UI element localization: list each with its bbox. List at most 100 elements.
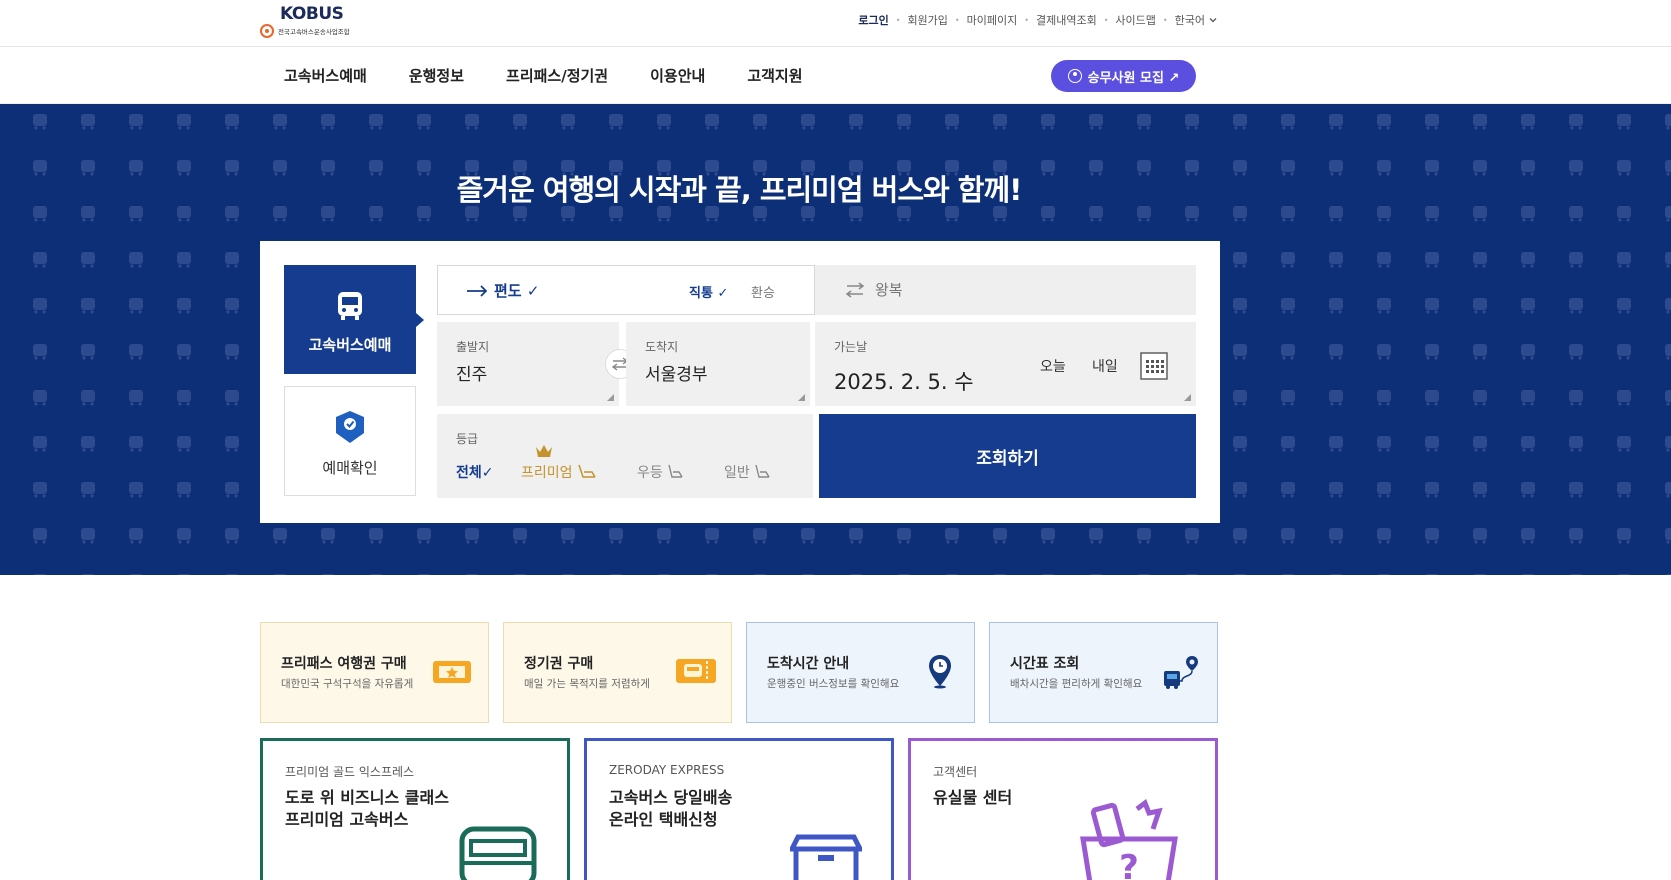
grade-excellent-option[interactable]: 우등 [637, 462, 686, 482]
grade-excellent-label: 우등 [637, 465, 663, 481]
logo-brand: KOBUS [280, 4, 344, 24]
search-button[interactable]: 조회하기 [819, 414, 1196, 498]
oneway-label: 편도 ✓ [494, 282, 540, 300]
lost-and-found-card[interactable]: 고객센터 유실물 센터 ? [908, 738, 1218, 880]
corner-marker [1184, 394, 1191, 401]
departure-date-field[interactable]: 가는날 2025. 2. 5. 수 오늘 내일 [815, 322, 1196, 406]
logo-subtitle: 전국고속버스운송사업조합 [278, 28, 350, 36]
menu-freepass[interactable]: 프리패스/정기권 [506, 65, 608, 86]
bus-icon [338, 292, 362, 320]
menu-customer-support[interactable]: 고객지원 [747, 65, 802, 86]
grade-caption: 등급 [456, 432, 479, 446]
crown-icon [536, 445, 552, 457]
card-description: 대한민국 구석구석을 자유롭게 [281, 678, 414, 690]
card-title: 정기권 구매 [524, 656, 594, 672]
calendar-icon[interactable] [1140, 352, 1168, 380]
hero-title: 즐거운 여행의 시작과 끝, 프리미엄 버스와 함께! [456, 173, 1023, 207]
roundtrip-content: 왕복 [845, 279, 903, 300]
card-heading-line1: 도로 위 비즈니스 클래스 [285, 788, 449, 807]
premium-bus-icon [459, 826, 537, 880]
menu-usage-guide[interactable]: 이용안내 [650, 65, 705, 86]
card-heading-line1: 고속버스 당일배송 [609, 788, 733, 807]
signup-link[interactable]: 회원가입 [907, 12, 947, 28]
bus-ticket-icon [676, 659, 716, 683]
freepass-purchase-card[interactable]: 프리패스 여행권 구매 대한민국 구석구석을 자유롭게 [260, 622, 489, 723]
normal-seat-icon [755, 464, 770, 478]
oneway-option[interactable]: 편도 ✓ [466, 280, 539, 301]
date-value: 2025. 2. 5. 수 [834, 370, 974, 394]
tab-reservation-check[interactable]: 예매확인 [284, 386, 416, 496]
card-title: 도착시간 안내 [767, 656, 850, 672]
bus-route-icon [1164, 656, 1198, 689]
main-navigation: 고속버스예매 운행정보 프리패스/정기권 이용안내 고객지원 [0, 47, 1671, 104]
arrival-caption: 도착지 [645, 340, 679, 354]
departure-value: 진주 [456, 365, 488, 385]
card-title: 시간표 조회 [1010, 656, 1080, 672]
separator-dot: • [954, 15, 960, 25]
grade-normal-label: 일반 [724, 465, 750, 481]
grade-premium-label: 프리미엄 [521, 465, 573, 481]
arrival-field[interactable]: 도착지 서울경부 [626, 322, 810, 406]
main-menu: 고속버스예매 운행정보 프리패스/정기권 이용안내 고객지원 [284, 65, 845, 86]
person-icon [1067, 69, 1082, 83]
ticket-star-icon [433, 661, 471, 683]
chevron-down-icon [1209, 18, 1217, 23]
booking-card: 고속버스예매 예매확인 편도 ✓ 직통 ✓ 환승 왕복 출발지 진주 도착지 서… [260, 241, 1220, 523]
round-trip-arrows-icon [845, 281, 865, 298]
separator-dot: • [1103, 15, 1109, 25]
language-label: 한국어 [1174, 14, 1205, 27]
premium-seat-icon [577, 464, 596, 478]
transfer-option[interactable]: 환승 [751, 282, 775, 301]
separator-dot: • [895, 15, 901, 25]
card-category: ZERODAY EXPRESS [609, 763, 725, 777]
premium-gold-express-card[interactable]: 프리미엄 골드 익스프레스 도로 위 비즈니스 클래스 프리미엄 고속버스 [260, 738, 570, 880]
language-selector[interactable]: 한국어 [1175, 12, 1218, 28]
grade-normal-option[interactable]: 일반 [724, 462, 773, 482]
tab-check-label: 예매확인 [322, 459, 378, 477]
menu-operation-info[interactable]: 운행정보 [409, 65, 464, 86]
parcel-box-icon [790, 834, 862, 880]
card-description: 매일 가는 목적지를 저렴하게 [524, 678, 650, 690]
arrival-time-info-card[interactable]: 도착시간 안내 운행중인 버스정보를 확인해요 [746, 622, 975, 723]
svg-text:?: ? [1119, 848, 1139, 880]
logo-mark-icon [260, 24, 274, 38]
menu-express-bus-reservation[interactable]: 고속버스예매 [284, 65, 367, 86]
card-category: 프리미엄 골드 익스프레스 [285, 765, 415, 779]
date-caption: 가는날 [834, 340, 868, 354]
grade-all-option[interactable]: 전체✓ [456, 462, 494, 482]
season-ticket-purchase-card[interactable]: 정기권 구매 매일 가는 목적지를 저렴하게 [503, 622, 732, 723]
grade-all-label: 전체✓ [456, 465, 494, 481]
sitemap-link[interactable]: 사이드맵 [1115, 12, 1155, 28]
payment-history-link[interactable]: 결제내역조회 [1036, 12, 1097, 28]
tomorrow-button[interactable]: 내일 [1092, 356, 1118, 376]
card-heading: 고속버스 당일배송 온라인 택배신청 [609, 787, 869, 831]
departure-caption: 출발지 [456, 340, 490, 354]
arrival-value: 서울경부 [645, 365, 708, 385]
utility-nav: 로그인 • 회원가입 • 마이페이지 • 결제내역조회 • 사이드맵 • 한국어 [858, 12, 1218, 28]
separator-dot: • [1024, 15, 1029, 25]
card-category: 고객센터 [933, 765, 978, 779]
lost-items-bag-icon: ? [1080, 799, 1178, 880]
zeroday-express-card[interactable]: ZERODAY EXPRESS 고속버스 당일배송 온라인 택배신청 [584, 738, 894, 880]
corner-marker [798, 394, 805, 401]
roundtrip-option[interactable]: 왕복 [815, 265, 1196, 315]
driver-recruit-button[interactable]: 승무사원 모집 ↗ [1051, 60, 1196, 92]
kobus-logo[interactable]: KOBUS 전국고속버스운송사업조합 [260, 4, 350, 42]
excellent-seat-icon [668, 464, 683, 478]
trip-type-oneway-panel: 편도 ✓ 직통 ✓ 환승 [437, 265, 815, 315]
tab-reserve-label: 고속버스예매 [308, 336, 392, 354]
login-link[interactable]: 로그인 [858, 12, 888, 28]
arrow-right-icon [467, 284, 488, 297]
card-description: 운행중인 버스정보를 확인해요 [767, 678, 900, 690]
direct-option[interactable]: 직통 ✓ [689, 282, 728, 301]
top-utility-bar: KOBUS 전국고속버스운송사업조합 로그인 • 회원가입 • 마이페이지 • … [0, 0, 1671, 47]
location-clock-icon [929, 655, 951, 689]
grade-premium-option[interactable]: 프리미엄 [521, 462, 598, 482]
card-title: 프리패스 여행권 구매 [281, 656, 407, 672]
timetable-lookup-card[interactable]: 시간표 조회 배차시간을 편리하게 확인해요 [989, 622, 1218, 723]
tab-express-bus-reservation[interactable]: 고속버스예매 [284, 265, 424, 374]
departure-field[interactable]: 출발지 진주 [437, 322, 619, 406]
mypage-link[interactable]: 마이페이지 [967, 12, 1018, 28]
today-button[interactable]: 오늘 [1040, 356, 1066, 376]
reservation-check-icon [336, 411, 364, 443]
